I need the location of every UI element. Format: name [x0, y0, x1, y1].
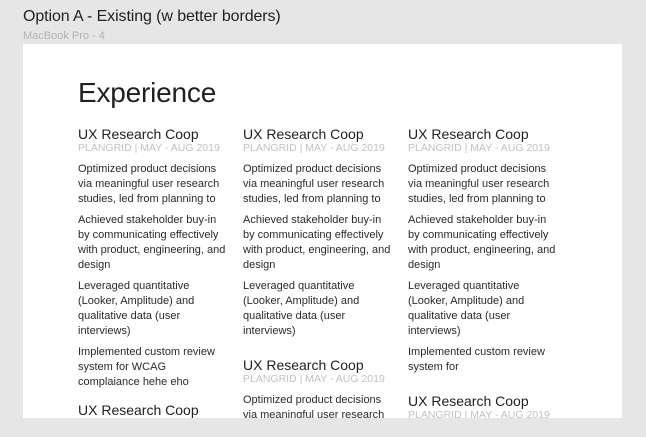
job-bullet: Achieved stakeholder buy-in by communica… [243, 214, 391, 271]
job-meta: PLANGRID | MAY - AUG 2019 [78, 142, 220, 154]
job-bullet: Achieved stakeholder buy-in by communica… [78, 214, 226, 271]
job-entry: UX Research Coop PLANGRID | MAY - AUG 20… [408, 393, 558, 418]
job-meta: PLANGRID | MAY - AUG 2019 [243, 373, 385, 385]
job-title: UX Research Coop [408, 126, 529, 142]
frame-title: Option A - Existing (w better borders) [23, 8, 281, 25]
experience-column-2: UX Research Coop PLANGRID | MAY - AUG 20… [243, 126, 393, 418]
job-meta: PLANGRID | MAY - AUG 2019 [243, 142, 385, 154]
job-bullet: Optimized product decisions via meaningf… [408, 163, 550, 205]
job-meta: PLANGRID | MAY - AUG 2019 [408, 142, 550, 154]
job-bullet: Leveraged quantitative (Looker, Amplitud… [408, 280, 525, 337]
job-bullet: Implemented custom review system for [408, 346, 545, 373]
job-entry: UX Research Coop PLANGRID | MAY - AUG 20… [243, 126, 393, 339]
job-entry: UX Research Coop PLANGRID | MAY - AUG 20… [408, 126, 558, 375]
job-bullet: Optimized product decisions via meaningf… [78, 163, 220, 205]
job-title: UX Research Coop [243, 357, 364, 373]
job-bullet: Leveraged quantitative (Looker, Amplitud… [243, 280, 360, 337]
job-bullet: Leveraged quantitative (Looker, Amplitud… [78, 280, 195, 337]
frame-subtitle: MacBook Pro - 4 [23, 30, 105, 42]
job-title: UX Research Coop [78, 126, 199, 142]
job-title: UX Research Coop [408, 393, 529, 409]
job-entry: UX Research Coop [78, 402, 228, 418]
job-entry: UX Research Coop PLANGRID | MAY - AUG 20… [243, 357, 393, 418]
job-bullet: Implemented custom review system for WCA… [78, 346, 215, 388]
job-title: UX Research Coop [78, 402, 199, 418]
job-bullet: Achieved stakeholder buy-in by communica… [408, 214, 556, 271]
experience-column-1: UX Research Coop PLANGRID | MAY - AUG 20… [78, 126, 228, 418]
page-heading: Experience [78, 77, 217, 108]
artboard: Experience UX Research Coop PLANGRID | M… [23, 44, 622, 418]
experience-column-3: UX Research Coop PLANGRID | MAY - AUG 20… [408, 126, 558, 418]
job-bullet: Optimized product decisions via meaningf… [243, 163, 385, 205]
job-title: UX Research Coop [243, 126, 364, 142]
job-entry: UX Research Coop PLANGRID | MAY - AUG 20… [78, 126, 228, 390]
job-meta: PLANGRID | MAY - AUG 2019 [408, 409, 550, 418]
job-bullet: Optimized product decisions via meaningf… [243, 394, 385, 418]
